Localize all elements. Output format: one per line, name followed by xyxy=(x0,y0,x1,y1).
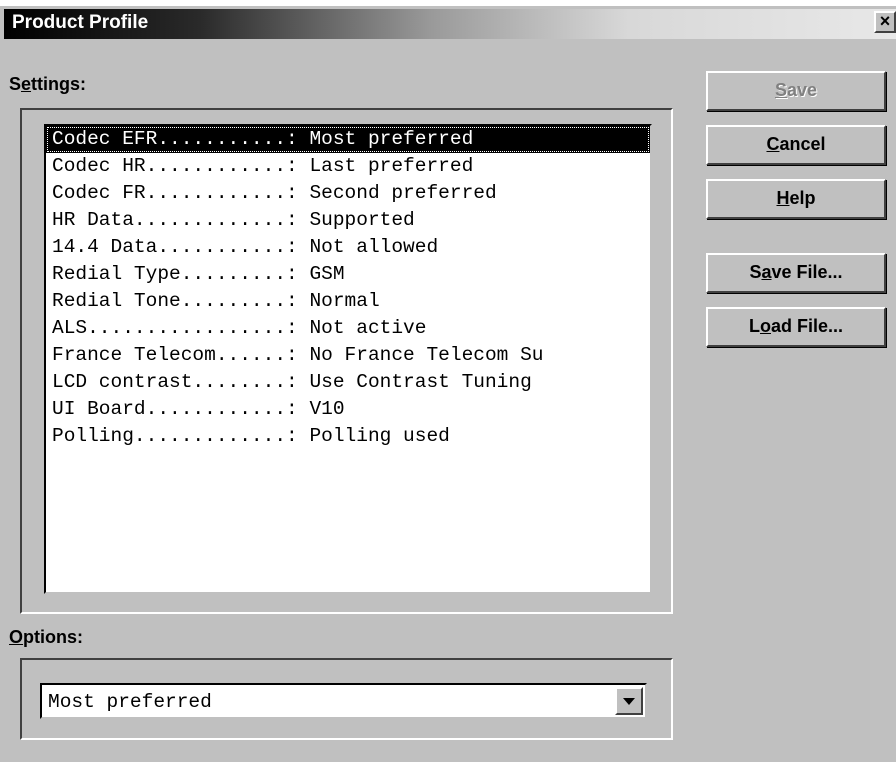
list-item[interactable]: Codec EFR...........: Most preferred xyxy=(46,126,650,153)
save-button-label: ave xyxy=(786,80,818,100)
dropdown-button[interactable] xyxy=(615,687,643,715)
load-file-button[interactable]: Load File... xyxy=(706,307,886,347)
list-item[interactable]: France Telecom......: No France Telecom … xyxy=(46,342,650,369)
cancel-button-mnemonic: C xyxy=(766,134,780,154)
settings-label-part: ttings: xyxy=(31,74,87,94)
list-item[interactable]: Redial Tone.........: Normal xyxy=(46,288,650,315)
options-label-mnemonic: O xyxy=(9,627,24,647)
options-selected-value: Most preferred xyxy=(48,691,212,713)
options-dropdown[interactable]: Most preferred xyxy=(40,683,647,719)
list-item[interactable]: UI Board............: V10 xyxy=(46,396,650,423)
settings-label-part: S xyxy=(9,74,22,94)
list-item[interactable]: Codec FR............: Second preferred xyxy=(46,180,650,207)
settings-listbox[interactable]: Codec EFR...........: Most preferred Code… xyxy=(44,124,652,594)
help-button[interactable]: Help xyxy=(706,179,886,219)
save-file-button-label: S xyxy=(749,262,762,282)
list-item[interactable]: HR Data.............: Supported xyxy=(46,207,650,234)
list-item[interactable]: ALS.................: Not active xyxy=(46,315,650,342)
window-title: Product Profile xyxy=(12,12,149,33)
list-item[interactable]: 14.4 Data...........: Not allowed xyxy=(46,234,650,261)
close-icon[interactable]: × xyxy=(874,11,896,33)
list-item[interactable]: Codec HR............: Last preferred xyxy=(46,153,650,180)
list-item[interactable]: LCD contrast........: Use Contrast Tunin… xyxy=(46,369,650,396)
settings-label: Settings: xyxy=(9,74,86,95)
save-button[interactable]: Save xyxy=(706,71,886,111)
title-bar[interactable]: Product Profile × xyxy=(4,9,896,39)
cancel-button-label: ancel xyxy=(779,134,826,154)
help-button-mnemonic: H xyxy=(776,188,790,208)
options-label: Options: xyxy=(9,627,83,648)
list-item[interactable]: Polling.............: Polling used xyxy=(46,423,650,450)
cancel-button[interactable]: Cancel xyxy=(706,125,886,165)
load-file-button-label: ad File... xyxy=(770,316,844,336)
save-file-button[interactable]: Save File... xyxy=(706,253,886,293)
help-button-label: elp xyxy=(789,188,816,208)
options-label-part: ptions: xyxy=(23,627,84,647)
load-file-button-label: L xyxy=(748,316,760,336)
list-item[interactable]: Redial Type.........: GSM xyxy=(46,261,650,288)
load-file-button-mnemonic: o xyxy=(759,316,771,336)
save-file-button-label: ve File... xyxy=(771,262,843,282)
save-button-mnemonic: S xyxy=(774,80,787,100)
chevron-down-icon xyxy=(623,698,635,705)
settings-label-mnemonic: e xyxy=(21,74,32,94)
save-file-button-mnemonic: a xyxy=(761,262,772,282)
